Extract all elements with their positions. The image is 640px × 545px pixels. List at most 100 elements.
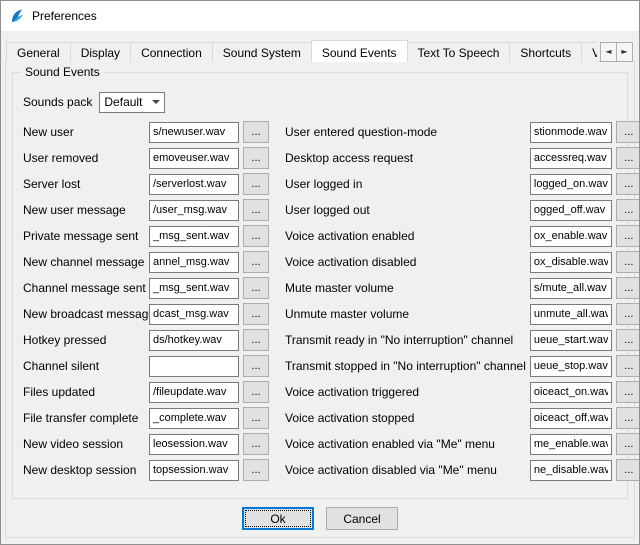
sound-event-row: User logged in ... xyxy=(285,171,640,197)
sound-event-row: New desktop session ... xyxy=(23,457,269,483)
browse-button[interactable]: ... xyxy=(616,225,640,247)
sound-event-row: Voice activation triggered ... xyxy=(285,379,640,405)
browse-button[interactable]: ... xyxy=(243,459,269,481)
sound-file-input[interactable] xyxy=(149,200,239,221)
ok-button[interactable]: Ok xyxy=(242,507,314,530)
browse-button[interactable]: ... xyxy=(243,355,269,377)
sound-file-input[interactable] xyxy=(530,460,612,481)
sound-event-label: New user message xyxy=(23,203,149,217)
groupbox-title: Sound Events xyxy=(21,65,104,79)
sound-file-input[interactable] xyxy=(149,460,239,481)
browse-button[interactable]: ... xyxy=(616,433,640,455)
sound-file-input[interactable] xyxy=(149,356,239,377)
sound-event-label: Channel silent xyxy=(23,359,149,373)
sound-file-input[interactable] xyxy=(149,148,239,169)
sound-event-row: Unmute master volume ... xyxy=(285,301,640,327)
browse-button[interactable]: ... xyxy=(243,433,269,455)
sound-event-label: Private message sent xyxy=(23,229,149,243)
sound-file-input[interactable] xyxy=(149,330,239,351)
right-column: User entered question-mode ... Desktop a… xyxy=(285,119,640,483)
browse-button[interactable]: ... xyxy=(243,329,269,351)
sound-file-input[interactable] xyxy=(149,382,239,403)
sound-event-label: Voice activation enabled via "Me" menu xyxy=(285,437,530,451)
sound-event-row: Voice activation enabled ... xyxy=(285,223,640,249)
browse-button[interactable]: ... xyxy=(616,407,640,429)
tab-scroll-left-button[interactable]: ◄ xyxy=(600,42,617,62)
sound-event-label: New channel message xyxy=(23,255,149,269)
tab-text-to-speech[interactable]: Text To Speech xyxy=(407,42,511,62)
sound-file-input[interactable] xyxy=(530,434,612,455)
tab-connection[interactable]: Connection xyxy=(130,42,213,62)
sound-file-input[interactable] xyxy=(149,434,239,455)
sound-file-input[interactable] xyxy=(530,356,612,377)
sound-file-input[interactable] xyxy=(530,330,612,351)
tab-general[interactable]: General xyxy=(6,42,71,62)
browse-button[interactable]: ... xyxy=(616,355,640,377)
browse-button[interactable]: ... xyxy=(243,199,269,221)
browse-button[interactable]: ... xyxy=(243,225,269,247)
browse-button[interactable]: ... xyxy=(243,147,269,169)
browse-button[interactable]: ... xyxy=(616,459,640,481)
tab-sound-system[interactable]: Sound System xyxy=(212,42,312,62)
sound-event-row: Voice activation disabled ... xyxy=(285,249,640,275)
sound-file-input[interactable] xyxy=(530,252,612,273)
tab-scroll: ◄ ► xyxy=(601,42,633,62)
tab-scroll-right-button[interactable]: ► xyxy=(616,42,633,62)
browse-button[interactable]: ... xyxy=(243,121,269,143)
left-column: New user ... User removed ... Server los… xyxy=(23,119,269,483)
browse-button[interactable]: ... xyxy=(616,173,640,195)
browse-button[interactable]: ... xyxy=(243,173,269,195)
browse-button[interactable]: ... xyxy=(243,303,269,325)
sound-file-input[interactable] xyxy=(149,174,239,195)
sound-event-label: New video session xyxy=(23,437,149,451)
browse-button[interactable]: ... xyxy=(616,277,640,299)
sound-event-label: Voice activation disabled xyxy=(285,255,530,269)
sound-file-input[interactable] xyxy=(530,278,612,299)
sound-file-input[interactable] xyxy=(530,122,612,143)
sound-file-input[interactable] xyxy=(149,278,239,299)
sound-file-input[interactable] xyxy=(149,252,239,273)
sounds-pack-value: Default xyxy=(104,95,142,109)
tab-shortcuts[interactable]: Shortcuts xyxy=(509,42,582,62)
browse-button[interactable]: ... xyxy=(616,147,640,169)
tab-sound-events[interactable]: Sound Events xyxy=(311,40,408,62)
app-icon xyxy=(9,8,25,24)
sound-file-input[interactable] xyxy=(530,174,612,195)
sound-event-label: Unmute master volume xyxy=(285,307,530,321)
sound-event-row: New user ... xyxy=(23,119,269,145)
sound-event-label: Transmit ready in "No interruption" chan… xyxy=(285,333,530,347)
browse-button[interactable]: ... xyxy=(243,277,269,299)
sound-file-input[interactable] xyxy=(530,304,612,325)
sound-event-row: Voice activation disabled via "Me" menu … xyxy=(285,457,640,483)
browse-button[interactable]: ... xyxy=(616,381,640,403)
sound-event-row: New broadcast message ... xyxy=(23,301,269,327)
browse-button[interactable]: ... xyxy=(616,121,640,143)
sound-file-input[interactable] xyxy=(530,382,612,403)
sound-event-label: Voice activation disabled via "Me" menu xyxy=(285,463,530,477)
sound-event-row: Voice activation enabled via "Me" menu .… xyxy=(285,431,640,457)
sound-event-label: Voice activation stopped xyxy=(285,411,530,425)
browse-button[interactable]: ... xyxy=(616,251,640,273)
sound-file-input[interactable] xyxy=(530,408,612,429)
sound-file-input[interactable] xyxy=(149,408,239,429)
sound-event-row: Desktop access request ... xyxy=(285,145,640,171)
tab-video[interactable]: Video xyxy=(581,42,597,62)
sound-file-input[interactable] xyxy=(149,304,239,325)
sound-file-input[interactable] xyxy=(530,148,612,169)
browse-button[interactable]: ... xyxy=(243,251,269,273)
sound-file-input[interactable] xyxy=(530,226,612,247)
browse-button[interactable]: ... xyxy=(616,303,640,325)
sound-event-row: New channel message ... xyxy=(23,249,269,275)
sound-file-input[interactable] xyxy=(149,226,239,247)
browse-button[interactable]: ... xyxy=(243,381,269,403)
sound-file-input[interactable] xyxy=(149,122,239,143)
browse-button[interactable]: ... xyxy=(616,329,640,351)
sound-event-row: Private message sent ... xyxy=(23,223,269,249)
sounds-pack-select[interactable]: Default xyxy=(99,92,165,113)
browse-button[interactable]: ... xyxy=(616,199,640,221)
browse-button[interactable]: ... xyxy=(243,407,269,429)
sound-file-input[interactable] xyxy=(530,200,612,221)
tab-display[interactable]: Display xyxy=(70,42,131,62)
cancel-button[interactable]: Cancel xyxy=(326,507,398,530)
sound-event-label: Channel message sent xyxy=(23,281,149,295)
